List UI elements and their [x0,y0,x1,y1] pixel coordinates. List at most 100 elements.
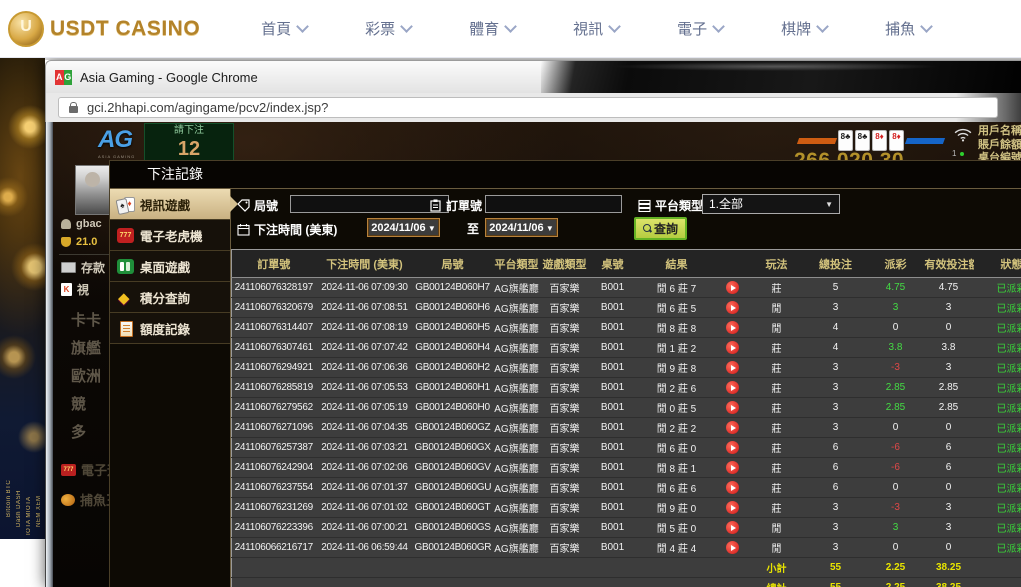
play-button[interactable] [726,401,739,414]
cell-table: B001 [588,458,638,478]
hall-item[interactable]: 競 [53,389,101,417]
window-content: AG ASIA GAMING 請下注 12 8♣ 8♣ 8♦ 8♦ 266.02 [45,122,1021,587]
crypto-label: IOTA MIOTA [26,497,32,535]
cell-side: 莊 [750,418,804,438]
cell-table: B001 [588,298,638,318]
cell-total-bet: 4 [804,338,868,358]
nav-item[interactable]: 電子 [648,18,752,39]
site-left-banner: Bitcoin BTC Dash DASH IOTA MIOTA NEM XEM [0,57,45,539]
table-row: 241106076271096 2024-11-06 07:04:35 GB00… [232,418,1021,438]
cell-table: B001 [588,538,638,558]
deposit-item[interactable]: 存款 [81,259,105,276]
column-header [716,250,750,278]
play-button[interactable] [726,421,739,434]
table-row: 241106076242904 2024-11-06 07:02:06 GB00… [232,458,1021,478]
cell-total-bet: 3 [804,398,868,418]
cell-time: 2024-11-06 07:07:42 [316,338,414,358]
nav-item[interactable]: 棋牌 [752,18,856,39]
dialog-menu-item[interactable]: 額度記錄 [110,313,230,344]
cell-total-bet: 3 [804,538,868,558]
play-button[interactable] [726,381,739,394]
play-button[interactable] [726,541,739,554]
dialog-menu-item[interactable]: 積分查詢 [110,282,230,313]
play-button[interactable] [726,521,739,534]
cell-round: GB00124B060GS [414,518,492,538]
nav-item[interactable]: 捕魚 [856,18,960,39]
menu-item-label: 桌面遊戲 [140,257,190,276]
hall-item[interactable]: 多 [53,417,101,445]
cell-status: 已派彩 [974,278,1021,298]
nav-item[interactable]: 體育 [440,18,544,39]
site-logo-text: USDT CASINO [50,17,200,41]
nav-item-label: 彩票 [365,18,395,39]
cell-side: 莊 [750,278,804,298]
cell-payout: 3 [868,298,924,318]
cell-table: B001 [588,278,638,298]
cell-payout: 3 [868,518,924,538]
cell-replay [716,338,750,358]
cell-replay [716,458,750,478]
platform-select[interactable]: 1.全部 [702,194,840,214]
cell-order: 241106076314407 [232,318,316,338]
nav-item[interactable]: 視訊 [544,18,648,39]
chevron-down-icon [920,20,933,33]
play-button[interactable] [726,301,739,314]
cell-time: 2024-11-06 07:00:21 [316,518,414,538]
menu-item-icon [117,321,134,336]
cell-game: 百家樂 [542,518,588,538]
play-button[interactable] [726,281,739,294]
cell-replay [716,538,750,558]
cell-payout: -3 [868,498,924,518]
column-header: 下注時間 (美東) [316,250,414,278]
nav-item[interactable]: 彩票 [336,18,440,39]
date-from-select[interactable]: 2024/11/06 [367,218,440,237]
cell-side: 莊 [750,378,804,398]
play-button[interactable] [726,321,739,334]
hall-item[interactable]: 卡卡 [53,305,101,333]
bet-table: 訂單號下注時間 (美東)局號平台類型遊戲類型桌號結果玩法總投注派彩有效投注額狀態… [231,249,1021,587]
site-logo[interactable]: USDT CASINO [8,11,200,47]
dialog-menu-item[interactable]: 電子老虎機 [110,220,230,251]
play-button[interactable] [726,441,739,454]
cell-valid-bet: 4.75 [924,278,974,298]
moneybag-icon [61,237,71,247]
cell-side: 莊 [750,438,804,458]
hall-item[interactable]: 歐洲 [53,361,101,389]
cell-valid-bet: 3 [924,498,974,518]
cell-table: B001 [588,398,638,418]
cell-round: GB00124B060GX [414,438,492,458]
play-button[interactable] [726,501,739,514]
cell-valid-bet: 2.85 [924,398,974,418]
date-to-select[interactable]: 2024/11/06 [485,218,558,237]
cell-platform: AG旗艦廳 [492,478,542,498]
play-button[interactable] [726,361,739,374]
cell-total-bet: 3 [804,298,868,318]
hall-item[interactable]: 旗艦 [53,333,101,361]
search-button[interactable]: 查詢 [634,217,687,240]
play-button[interactable] [726,341,739,354]
cell-time: 2024-11-06 07:03:21 [316,438,414,458]
cell-valid-bet: 6 [924,438,974,458]
subtotal-bet: 55 [804,558,868,578]
cell-table: B001 [588,438,638,458]
menu-item-label: 視訊遊戲 [140,195,190,214]
cell-round: GB00124B060GV [414,458,492,478]
cell-total-bet: 3 [804,498,868,518]
menu-item-icon [117,290,134,305]
round-input[interactable] [290,195,449,213]
window-titlebar[interactable]: Asia Gaming - Google Chrome [45,60,1021,93]
nav-item[interactable]: 首頁 [232,18,336,39]
titlebar-glass [541,61,1021,93]
order-input[interactable] [485,195,622,213]
play-button[interactable] [726,461,739,474]
cell-platform: AG旗艦廳 [492,358,542,378]
video-item[interactable]: 視 [77,281,89,298]
url-field[interactable]: gci.2hhapi.com/agingame/pcv2/index.jsp? [58,97,998,118]
table-row: 241106076328197 2024-11-06 07:09:30 GB00… [232,278,1021,298]
cell-result: 閒 6 莊 0 [638,438,716,458]
cell-platform: AG旗艦廳 [492,318,542,338]
play-button[interactable] [726,481,739,494]
dialog-menu-item[interactable]: 桌面遊戲 [110,251,230,282]
total-bet: 55 [804,578,868,587]
dialog-menu-item[interactable]: 視訊遊戲 [110,189,230,220]
